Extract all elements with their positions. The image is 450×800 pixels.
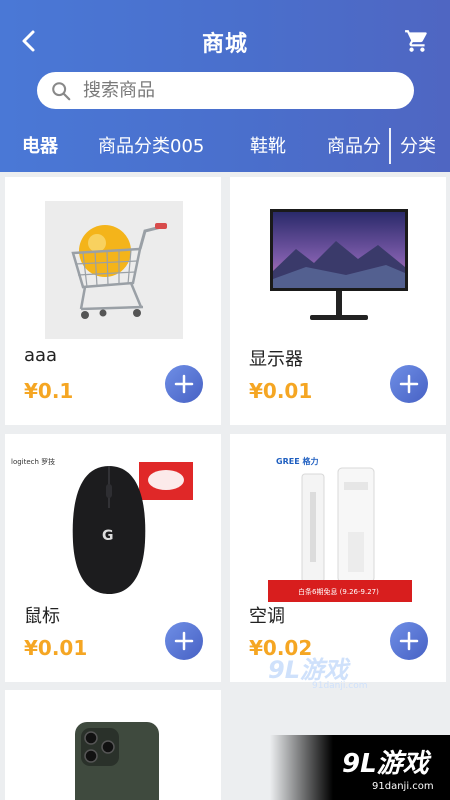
page-title: 商城 bbox=[201, 32, 248, 57]
search-bar[interactable] bbox=[37, 72, 414, 109]
header: 商城 电器 商品分类005 鞋靴 商品分 分类 bbox=[0, 0, 450, 172]
category-tabs: 电器 商品分类005 鞋靴 商品分 bbox=[0, 124, 390, 168]
watermark-main: 9L游戏 bbox=[268, 656, 348, 684]
plus-icon bbox=[174, 374, 194, 394]
cart-button[interactable] bbox=[402, 26, 432, 56]
watermark: 9L游戏 91danji.com bbox=[268, 650, 367, 691]
bottom-logo-main: 9L游戏 bbox=[342, 749, 429, 779]
product-name: aaa bbox=[24, 345, 58, 366]
plus-icon bbox=[399, 631, 419, 651]
product-image-phone bbox=[71, 720, 163, 800]
product-price: ¥0.01 bbox=[249, 379, 313, 403]
product-image-air-conditioner: GREE 格力 白条6期免息 (9.26-9.27) bbox=[268, 452, 412, 602]
plus-icon bbox=[174, 631, 194, 651]
product-card[interactable]: aaa ¥0.1 bbox=[5, 177, 221, 425]
watermark-sub: 91danji.com bbox=[312, 681, 368, 691]
bottom-logo: 9L游戏 91danji.com bbox=[270, 735, 450, 800]
ac-brand-text: GREE 格力 bbox=[276, 456, 318, 466]
add-to-cart-button[interactable] bbox=[390, 365, 428, 403]
search-icon bbox=[49, 79, 73, 103]
product-name: 鼠标 bbox=[24, 606, 60, 627]
product-card[interactable] bbox=[5, 690, 221, 800]
product-price: ¥0.01 bbox=[24, 636, 88, 660]
category-button[interactable]: 分类 bbox=[400, 132, 436, 158]
search-input[interactable] bbox=[83, 80, 383, 101]
product-image-mouse: logitech 罗技 G bbox=[9, 452, 209, 602]
mouse-box-text: logitech 罗技 bbox=[11, 457, 55, 466]
svg-text:G: G bbox=[102, 528, 114, 544]
product-image-monitor bbox=[266, 201, 412, 339]
product-name: 显示器 bbox=[249, 349, 303, 370]
product-price: ¥0.1 bbox=[24, 379, 74, 403]
cart-icon bbox=[405, 30, 427, 52]
add-to-cart-button[interactable] bbox=[165, 622, 203, 660]
tab-category-005[interactable]: 商品分类005 bbox=[98, 132, 204, 158]
add-to-cart-button[interactable] bbox=[390, 622, 428, 660]
ac-banner-text: 白条6期免息 (9.26-9.27) bbox=[298, 587, 379, 596]
product-image-shopping-cart bbox=[45, 201, 183, 339]
product-card[interactable]: GREE 格力 白条6期免息 (9.26-9.27) 空调 ¥0.02 bbox=[230, 434, 446, 682]
product-grid: aaa ¥0.1 显示器 ¥0.01 logitech 罗技 G 鼠标 ¥0.0… bbox=[0, 172, 450, 800]
tab-electrical[interactable]: 电器 bbox=[22, 132, 58, 158]
tab-divider bbox=[389, 128, 391, 164]
product-card[interactable]: 显示器 ¥0.01 bbox=[230, 177, 446, 425]
product-name: 空调 bbox=[249, 606, 285, 627]
add-to-cart-button[interactable] bbox=[165, 365, 203, 403]
bottom-logo-sub: 91danji.com bbox=[372, 781, 434, 792]
tab-shoes[interactable]: 鞋靴 bbox=[250, 132, 286, 158]
tab-category-cut[interactable]: 商品分 bbox=[327, 132, 381, 158]
plus-icon bbox=[399, 374, 419, 394]
product-card[interactable]: logitech 罗技 G 鼠标 ¥0.01 bbox=[5, 434, 221, 682]
